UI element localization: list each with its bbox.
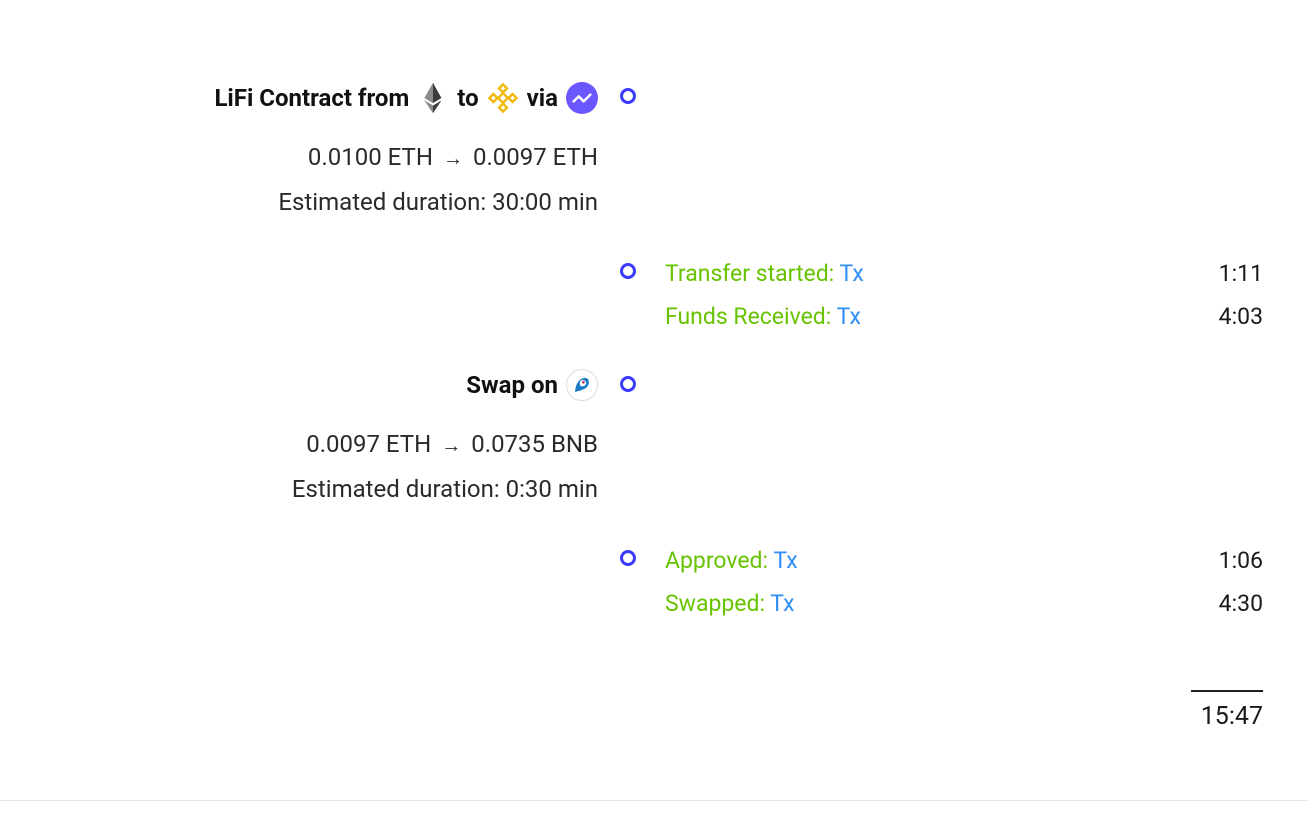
event-time: 1:11 <box>1219 253 1263 296</box>
step1-summary: LiFi Contract from to <box>214 78 598 222</box>
tx-link[interactable]: Tx <box>773 547 797 574</box>
event-time: 4:03 <box>1219 296 1263 339</box>
event-label: Transfer started: <box>665 260 834 287</box>
ethereum-icon <box>417 82 449 114</box>
event-label: Swapped: <box>665 590 765 617</box>
step1-duration: Estimated duration: 30:00 min <box>214 182 598 223</box>
step1-to-amount: 0.0097 ETH <box>473 137 598 178</box>
step1-amounts: 0.0100 ETH → 0.0097 ETH <box>214 137 598 178</box>
event-time: 1:06 <box>1219 540 1263 583</box>
step1-event-transfer-started: Transfer started: Tx 1:11 <box>665 253 1263 296</box>
step2-from-amount: 0.0097 ETH <box>306 424 431 465</box>
tx-link[interactable]: Tx <box>840 260 864 287</box>
step1-title-mid: to <box>457 78 478 119</box>
timeline-node-step2 <box>620 376 636 392</box>
bnb-chain-icon <box>487 82 519 114</box>
timeline-node-step1 <box>620 88 636 104</box>
step2-to-amount: 0.0735 BNB <box>471 424 598 465</box>
total-time-block: 15:47 <box>1191 690 1263 731</box>
step2-events: Approved: Tx 1:06 Swapped: Tx 4:30 <box>665 540 1263 625</box>
event-label: Approved: <box>665 547 768 574</box>
dex-provider-icon <box>566 369 598 401</box>
step1-events: Transfer started: Tx 1:11 Funds Received… <box>665 253 1263 338</box>
step1-title-prefix: LiFi Contract from <box>214 78 409 119</box>
total-time: 15:47 <box>1191 690 1263 731</box>
step2-title-text: Swap on <box>466 365 558 406</box>
step1-from-amount: 0.0100 ETH <box>308 137 433 178</box>
step1-title-suffix: via <box>527 78 558 119</box>
event-time: 4:30 <box>1219 583 1263 626</box>
tx-link[interactable]: Tx <box>770 590 794 617</box>
step1-event-funds-received: Funds Received: Tx 4:03 <box>665 296 1263 339</box>
step2-amounts: 0.0097 ETH → 0.0735 BNB <box>292 424 598 465</box>
step1-title: LiFi Contract from to <box>214 78 598 119</box>
step2-duration: Estimated duration: 0:30 min <box>292 469 598 510</box>
bridge-provider-icon <box>566 82 598 114</box>
arrow-right-icon: → <box>441 428 461 462</box>
step2-event-approved: Approved: Tx 1:06 <box>665 540 1263 583</box>
timeline-node-step2-events <box>620 550 636 566</box>
arrow-right-icon: → <box>443 141 463 175</box>
divider <box>0 800 1308 801</box>
step2-event-swapped: Swapped: Tx 4:30 <box>665 583 1263 626</box>
step2-title: Swap on <box>292 365 598 406</box>
timeline-node-step1-events <box>620 263 636 279</box>
step2-summary: Swap on 0.0097 ETH → 0.0735 BNB Estimate… <box>292 365 598 509</box>
tx-link[interactable]: Tx <box>837 303 861 330</box>
event-label: Funds Received: <box>665 303 831 330</box>
